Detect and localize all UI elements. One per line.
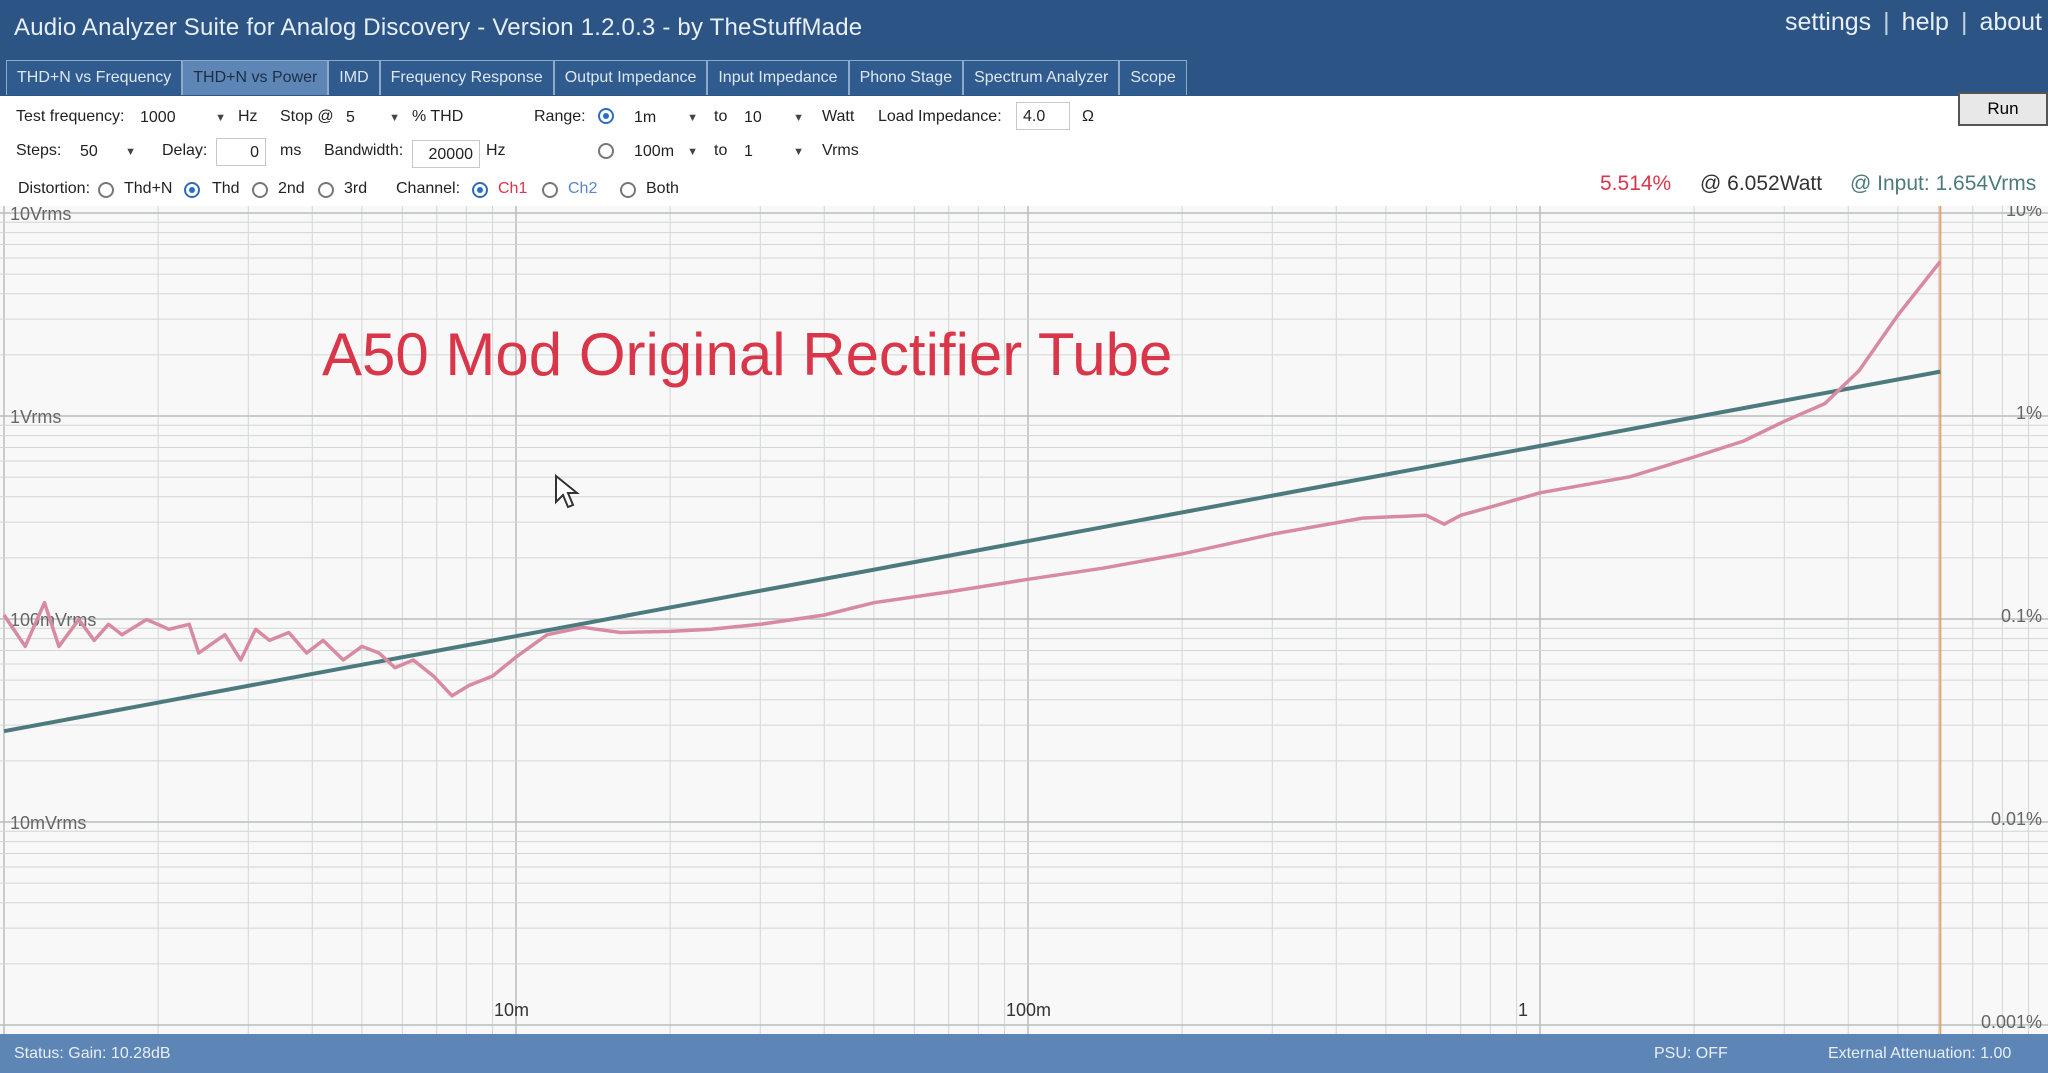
- bandwidth-input[interactable]: 20000: [412, 140, 480, 168]
- channel-ch1-label: Ch1: [498, 180, 528, 197]
- channel-ch1-radio[interactable]: [472, 182, 488, 198]
- distortion-label: Distortion:: [18, 180, 91, 197]
- test-frequency-label: Test frequency:: [16, 108, 125, 125]
- range-vrms-to-select[interactable]: 1 ▼: [738, 138, 808, 166]
- range-watt-radio[interactable]: [598, 108, 614, 124]
- distortion-thd-radio[interactable]: [184, 182, 200, 198]
- top-links: settings | help | about: [1785, 8, 2042, 37]
- tab-frequency-response[interactable]: Frequency Response: [379, 60, 554, 95]
- chevron-down-icon: ▼: [687, 146, 698, 158]
- hz-unit: Hz: [486, 142, 506, 159]
- range-vrms-to-value: 1: [744, 143, 753, 160]
- stop-select[interactable]: 5 ▼: [340, 104, 404, 132]
- tab-scope[interactable]: Scope: [1119, 60, 1187, 95]
- thd-readout: 5.514%: [1600, 172, 1672, 195]
- app-window: Audio Analyzer Suite for Analog Discover…: [0, 0, 2048, 1073]
- plot-area[interactable]: 10m 100m 1 10Vrms 1Vrms 100mVrms 10mVrms 10% 1% 0…: [0, 200, 2048, 1034]
- external-attenuation: External Attenuation: 1.00: [1828, 1045, 2012, 1062]
- chevron-down-icon: ▼: [215, 112, 226, 124]
- y-right-tick-label: 10%: [2006, 206, 2042, 220]
- range-watt-from-select[interactable]: 1m ▼: [628, 104, 702, 132]
- stop-value: 5: [346, 109, 355, 126]
- y-left-tick-label: 1Vrms: [10, 407, 61, 427]
- tab-imd[interactable]: IMD: [328, 60, 380, 95]
- tab-spectrum-analyzer[interactable]: Spectrum Analyzer: [963, 60, 1120, 95]
- run-button[interactable]: Run: [1958, 92, 2048, 126]
- distortion-3rd-label: 3rd: [344, 180, 368, 197]
- hz-unit: Hz: [238, 108, 258, 125]
- channel-label: Channel:: [396, 180, 461, 197]
- distortion-thdn-label: Thd+N: [124, 180, 173, 197]
- delay-label: Delay:: [162, 142, 208, 159]
- thd-unit: % THD: [412, 108, 464, 125]
- distortion-3rd-radio[interactable]: [318, 182, 334, 198]
- x-tick-label: 10m: [494, 1000, 529, 1020]
- stop-label: Stop @: [280, 108, 334, 125]
- tab-phono-stage[interactable]: Phono Stage: [848, 60, 964, 95]
- channel-ch2-radio[interactable]: [542, 182, 558, 198]
- distortion-2nd-radio[interactable]: [252, 182, 268, 198]
- ohm-unit: Ω: [1082, 108, 1094, 125]
- channel-both-label: Both: [646, 180, 679, 197]
- delay-input[interactable]: 0: [216, 138, 266, 166]
- range-label: Range:: [534, 108, 586, 125]
- distortion-2nd-label: 2nd: [278, 180, 305, 197]
- to-label: to: [714, 108, 728, 125]
- load-impedance-label: Load Impedance:: [878, 108, 1002, 125]
- tab-input-impedance[interactable]: Input Impedance: [707, 60, 849, 95]
- test-frequency-select[interactable]: 1000 ▼: [134, 104, 230, 132]
- y-right-tick-label: 0.001%: [1981, 1012, 2042, 1032]
- y-right-tick-label: 1%: [2016, 403, 2042, 423]
- steps-label: Steps:: [16, 142, 62, 159]
- load-impedance-input[interactable]: 4.0: [1016, 102, 1070, 130]
- test-frequency-value: 1000: [140, 109, 176, 126]
- ms-unit: ms: [280, 142, 302, 159]
- chevron-down-icon: ▼: [793, 146, 804, 158]
- y-right-tick-label: 0.1%: [2001, 606, 2042, 626]
- chevron-down-icon: ▼: [125, 146, 136, 158]
- channel-both-radio[interactable]: [620, 182, 636, 198]
- range-vrms-radio[interactable]: [598, 143, 614, 159]
- range-vrms-from-value: 100m: [634, 143, 675, 160]
- to-label: to: [714, 142, 728, 159]
- about-link[interactable]: about: [1979, 8, 2042, 37]
- overlay-annotation: A50 Mod Original Rectifier Tube: [322, 321, 1173, 388]
- bandwidth-label: Bandwidth:: [324, 142, 404, 159]
- range-watt-from-value: 1m: [634, 109, 657, 126]
- power-readout: @ 6.052Watt: [1700, 172, 1823, 195]
- chevron-down-icon: ▼: [389, 112, 400, 124]
- app-title: Audio Analyzer Suite for Analog Discover…: [14, 14, 863, 41]
- tab-thdn-vs-frequency[interactable]: THD+N vs Frequency: [6, 60, 183, 95]
- range-watt-to-value: 10: [744, 109, 762, 126]
- distortion-thd-label: Thd: [212, 180, 240, 197]
- steps-value: 50: [80, 143, 98, 160]
- tab-strip: THD+N vs Frequency THD+N vs Power IMD Fr…: [0, 60, 2048, 96]
- channel-ch2-label: Ch2: [568, 180, 598, 197]
- tab-output-impedance[interactable]: Output Impedance: [553, 60, 708, 95]
- help-link[interactable]: help: [1902, 8, 1949, 37]
- distortion-thdn-radio[interactable]: [98, 182, 114, 198]
- link-separator: |: [1960, 8, 1968, 36]
- range-vrms-from-select[interactable]: 100m ▼: [628, 138, 702, 166]
- chevron-down-icon: ▼: [793, 112, 804, 124]
- mouse-cursor-icon: [554, 473, 580, 515]
- chevron-down-icon: ▼: [687, 112, 698, 124]
- settings-link[interactable]: settings: [1785, 8, 1871, 37]
- vrms-unit: Vrms: [822, 142, 859, 159]
- title-bar: Audio Analyzer Suite for Analog Discover…: [0, 0, 2048, 60]
- y-left-tick-label: 10mVrms: [10, 813, 86, 833]
- watt-unit: Watt: [822, 108, 855, 125]
- status-text: Status: Gain: 10.28dB: [14, 1045, 171, 1062]
- y-right-tick-label: 0.01%: [1991, 809, 2042, 829]
- y-left-tick-label: 10Vrms: [10, 206, 71, 224]
- x-tick-label: 100m: [1006, 1000, 1051, 1020]
- steps-select[interactable]: 50 ▼: [74, 138, 140, 166]
- link-separator: |: [1883, 8, 1890, 36]
- tab-thdn-vs-power[interactable]: THD+N vs Power: [182, 60, 329, 95]
- input-readout: @ Input: 1.654Vrms: [1850, 172, 2037, 195]
- psu-status: PSU: OFF: [1654, 1045, 1728, 1062]
- range-watt-to-select[interactable]: 10 ▼: [738, 104, 808, 132]
- x-tick-label: 1: [1518, 1000, 1528, 1020]
- status-bar: Status: Gain: 10.28dB PSU: OFF External …: [0, 1034, 2048, 1073]
